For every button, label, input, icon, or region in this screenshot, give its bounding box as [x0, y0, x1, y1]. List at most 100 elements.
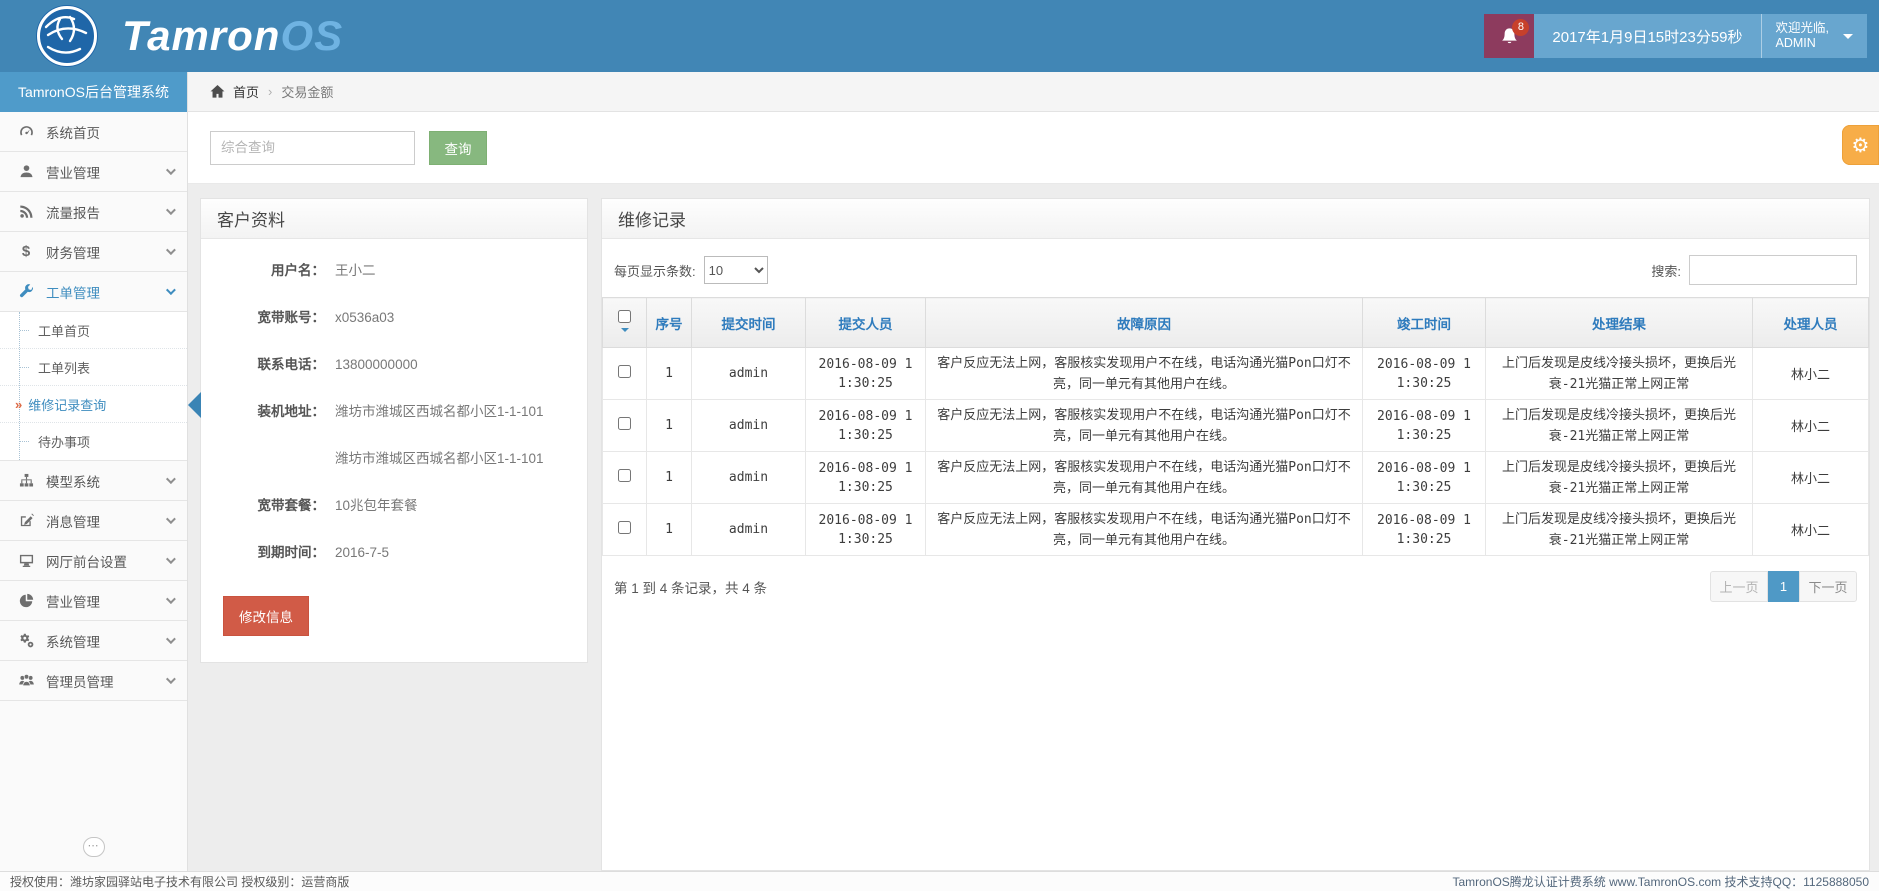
row-checkbox[interactable]: [618, 417, 631, 430]
customer-field-account: 宽带账号： x0536a03: [217, 308, 571, 328]
table-header-row: 序号 提交时间 提交人员 故障原因 竣工时间 处理结果 处理人员: [603, 298, 1869, 348]
users-icon: [16, 673, 36, 688]
query-button[interactable]: 查询: [429, 131, 487, 165]
edit-info-button[interactable]: 修改信息: [223, 596, 309, 636]
customer-field-address-line2: 潍坊市潍城区西城名都小区1-1-101: [217, 449, 571, 469]
pagination-page-1-button[interactable]: 1: [1768, 571, 1799, 602]
table-row: 1 admin 2016-08-09 11:30:25 客户反应无法上网，客服核…: [603, 400, 1869, 452]
page-size-select[interactable]: 10: [704, 256, 768, 284]
sidebar-item-finance-mgmt[interactable]: $ 财务管理: [0, 232, 187, 272]
sidebar-item-system-mgmt[interactable]: 系统管理: [0, 621, 187, 661]
global-search-bar: 查询 ⚙: [188, 112, 1879, 184]
user-icon: [16, 164, 36, 179]
sidebar-item-label: 流量报告: [46, 202, 100, 222]
row-checkbox[interactable]: [618, 365, 631, 378]
col-header-handler[interactable]: 处理人员: [1753, 298, 1869, 348]
chevron-down-icon: [166, 245, 176, 255]
row-checkbox[interactable]: [618, 469, 631, 482]
welcome-text: 欢迎光临,: [1776, 21, 1829, 36]
sidebar-item-workorder-list[interactable]: 工单列表: [0, 349, 187, 386]
chevron-down-icon: [166, 554, 176, 564]
chevron-down-icon: [166, 205, 176, 215]
user-menu[interactable]: 欢迎光临, ADMIN: [1761, 14, 1867, 58]
sitemap-icon: [16, 473, 36, 488]
sidebar-item-label: 营业管理: [46, 591, 100, 611]
rss-icon: [16, 204, 36, 219]
breadcrumb-home-link[interactable]: 首页: [233, 82, 259, 101]
chevron-down-icon: [166, 514, 176, 524]
customer-field-phone: 联系电话： 13800000000: [217, 355, 571, 375]
tree-branch-icon: [20, 441, 29, 442]
pagination-next-button[interactable]: 下一页: [1799, 571, 1857, 602]
sidebar-item-label: 工单首页: [38, 321, 90, 340]
sidebar-item-business-mgmt-2[interactable]: 营业管理: [0, 581, 187, 621]
sidebar-item-workorder-mgmt[interactable]: 工单管理: [0, 272, 187, 312]
sidebar-item-workorder-home[interactable]: 工单首页: [0, 312, 187, 349]
customer-panel-body: 用户名： 王小二 宽带账号： x0536a03 联系电话： 1380000000…: [201, 239, 587, 662]
sidebar-item-label: 工单管理: [46, 282, 100, 302]
select-all-checkbox[interactable]: [618, 310, 631, 323]
top-header: TamronOS 8 2017年1月9日15时23分59秒 欢迎光临, ADMI…: [0, 0, 1879, 72]
tree-branch-icon: [20, 330, 29, 331]
table-search-input[interactable]: [1689, 255, 1857, 285]
col-header-submit-time[interactable]: 提交时间: [692, 298, 806, 348]
sidebar: TamronOS后台管理系统 系统首页 营业管理 流量报告 $ 财务管理: [0, 72, 188, 871]
customer-panel-title: 客户资料: [201, 199, 587, 239]
col-header-finish-time[interactable]: 竣工时间: [1363, 298, 1486, 348]
user-menu-label: 欢迎光临, ADMIN: [1776, 21, 1829, 51]
chevron-down-icon: [166, 634, 176, 644]
row-checkbox[interactable]: [618, 521, 631, 534]
active-menu-pointer-icon: [188, 392, 201, 418]
customer-field-address: 装机地址： 潍坊市潍城区西城名都小区1-1-101: [217, 402, 571, 422]
sidebar-item-system-home[interactable]: 系统首页: [0, 112, 187, 152]
pie-chart-icon: [16, 593, 36, 608]
pagination-prev-button[interactable]: 上一页: [1710, 571, 1768, 602]
col-header-num[interactable]: 序号: [647, 298, 692, 348]
breadcrumb: 首页 › 交易金额: [188, 72, 1879, 112]
notifications-button[interactable]: 8: [1484, 14, 1534, 58]
repair-records-table: 序号 提交时间 提交人员 故障原因 竣工时间 处理结果 处理人员: [602, 297, 1869, 556]
sidebar-item-label: 待办事项: [38, 432, 90, 451]
sidebar-item-repair-record-query[interactable]: » 维修记录查询: [0, 386, 187, 423]
brand: TamronOS: [0, 3, 343, 69]
col-header-result[interactable]: 处理结果: [1486, 298, 1753, 348]
sidebar-item-label: 系统管理: [46, 631, 100, 651]
chevron-down-icon: [166, 474, 176, 484]
table-row: 1 admin 2016-08-09 11:30:25 客户反应无法上网，客服核…: [603, 348, 1869, 400]
topbar-right-group: 8 2017年1月9日15时23分59秒 欢迎光临, ADMIN: [1484, 14, 1867, 58]
edit-icon: [16, 513, 36, 528]
select-all-header[interactable]: [603, 298, 647, 348]
sidebar-item-traffic-report[interactable]: 流量报告: [0, 192, 187, 232]
page-size-label: 每页显示条数:: [614, 261, 696, 280]
repair-records-panel: 维修记录 每页显示条数: 10 搜索:: [601, 198, 1870, 871]
notification-badge: 8: [1512, 19, 1529, 36]
sidebar-item-model-system[interactable]: 模型系统: [0, 461, 187, 501]
sidebar-collapse-button[interactable]: ⋯: [83, 837, 105, 857]
chevron-down-icon: [166, 674, 176, 684]
customer-field-package: 宽带套餐： 10兆包年套餐: [217, 496, 571, 516]
datetime-display: 2017年1月9日15时23分59秒: [1534, 14, 1760, 58]
col-header-fault[interactable]: 故障原因: [926, 298, 1363, 348]
footer-product-text: TamronOS腾龙认证计费系统 www.TamronOS.com 技术支持QQ…: [1452, 873, 1869, 890]
footer: 授权使用：潍坊家园驿站电子技术有限公司 授权级别：运营商版 TamronOS腾龙…: [0, 871, 1879, 891]
col-header-submitter[interactable]: 提交人员: [806, 298, 926, 348]
breadcrumb-separator: ›: [268, 84, 272, 99]
gauge-icon: [16, 124, 36, 139]
sidebar-item-todo[interactable]: 待办事项: [0, 423, 187, 460]
global-search-input[interactable]: [210, 131, 415, 165]
sidebar-item-admin-mgmt[interactable]: 管理员管理: [0, 661, 187, 701]
sidebar-item-label: 维修记录查询: [28, 395, 106, 414]
wrench-icon: [16, 284, 36, 299]
sidebar-item-label: 消息管理: [46, 511, 100, 531]
sidebar-item-message-mgmt[interactable]: 消息管理: [0, 501, 187, 541]
sort-caret-icon: [621, 328, 629, 336]
logo-text-secondary: OS: [280, 12, 343, 59]
app-logo-text: TamronOS: [122, 15, 343, 57]
logo-globe-icon: [34, 3, 100, 69]
records-info-text: 第 1 到 4 条记录，共 4 条: [614, 577, 767, 597]
settings-gear-button[interactable]: ⚙: [1842, 125, 1879, 165]
footer-license-text: 授权使用：潍坊家园驿站电子技术有限公司 授权级别：运营商版: [10, 873, 349, 890]
sidebar-item-portal-settings[interactable]: 网厅前台设置: [0, 541, 187, 581]
customer-info-panel: 客户资料 用户名： 王小二 宽带账号： x0536a03 联系电话： 13800: [200, 198, 588, 663]
sidebar-item-business-mgmt[interactable]: 营业管理: [0, 152, 187, 192]
